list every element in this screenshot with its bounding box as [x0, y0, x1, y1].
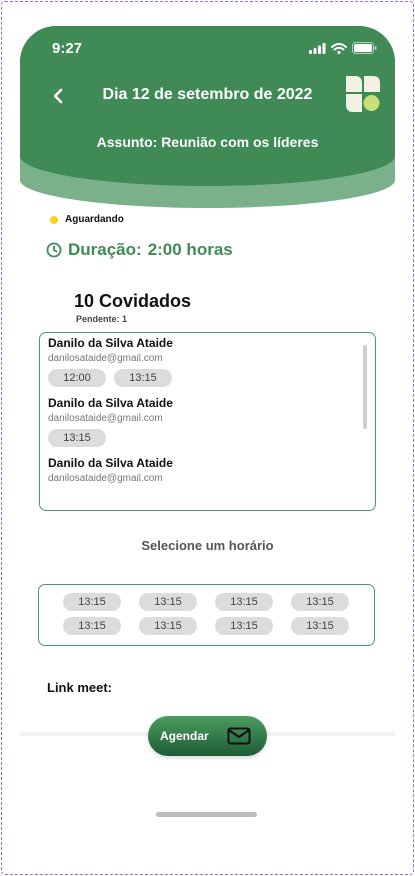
pending-count: Pendente: 1	[76, 314, 128, 324]
app-logo-icon	[346, 76, 380, 112]
duration-value: 2:00 horas	[147, 240, 233, 259]
time-slot-grid: 13:15 13:15 13:15 13:15 13:15 13:15 13:1…	[63, 593, 349, 635]
guest-times: 12:00 13:15	[48, 369, 173, 387]
guest-list-scrollbar[interactable]	[363, 345, 367, 429]
meeting-subject: Assunto: Reunião com os líderes	[96, 134, 319, 150]
back-chevron-icon	[53, 88, 63, 104]
meet-link-label: Link meet:	[47, 680, 113, 695]
status-time: 9:27	[52, 40, 83, 57]
schedule-button-label: Agendar	[160, 729, 209, 743]
guests-title: 10 Covidados	[74, 291, 192, 311]
time-slot-option[interactable]: 13:15	[215, 593, 273, 611]
battery-icon	[352, 42, 377, 54]
guest-item[interactable]: Danilo da Silva Ataide danilosataide@gma…	[48, 396, 173, 447]
status-icons	[309, 42, 377, 54]
back-button[interactable]	[46, 84, 70, 108]
time-slot-option[interactable]: 13:15	[291, 617, 349, 635]
guest-email: danilosataide@gmail.com	[48, 353, 163, 364]
time-slot-option[interactable]: 13:15	[139, 617, 197, 635]
mail-icon	[227, 727, 251, 745]
meeting-duration: Duração: 2:00 horas	[68, 240, 233, 260]
time-slot-option[interactable]: 13:15	[139, 593, 197, 611]
time-slot-picker: 13:15 13:15 13:15 13:15 13:15 13:15 13:1…	[38, 584, 375, 646]
guest-name: Danilo da Silva Ataide	[48, 336, 173, 350]
time-slot-option[interactable]: 13:15	[215, 617, 273, 635]
wifi-icon	[331, 42, 347, 54]
guest-times: 13:15	[48, 429, 173, 447]
guest-email: danilosataide@gmail.com	[48, 473, 163, 484]
time-slot-option[interactable]: 13:15	[63, 593, 121, 611]
page-title: Dia 12 de setembro de 2022	[102, 86, 313, 103]
status-indicator	[50, 216, 58, 224]
guest-item[interactable]: Danilo da Silva Ataide danilosataide@gma…	[48, 456, 173, 484]
status-label: Aguardando	[65, 214, 124, 225]
guest-list[interactable]: Danilo da Silva Ataide danilosataide@gma…	[39, 332, 376, 511]
guest-time-chip: 13:15	[48, 429, 106, 447]
clock-icon	[46, 242, 62, 258]
guest-name: Danilo da Silva Ataide	[48, 396, 173, 410]
time-slot-option[interactable]: 13:15	[291, 593, 349, 611]
guest-item[interactable]: Danilo da Silva Ataide danilosataide@gma…	[48, 336, 173, 387]
select-time-label: Selecione um horário	[141, 538, 274, 553]
guest-name: Danilo da Silva Ataide	[48, 456, 173, 470]
time-slot-option[interactable]: 13:15	[63, 617, 121, 635]
phone-screen: 9:27 Dia 12 de setembro de 2022 Assunto:	[20, 26, 395, 850]
duration-label: Duração:	[68, 240, 142, 259]
guest-time-chip: 12:00	[48, 369, 106, 387]
home-indicator	[156, 812, 257, 817]
schedule-button[interactable]: Agendar	[148, 716, 267, 756]
guest-email: danilosataide@gmail.com	[48, 413, 163, 424]
guest-time-chip: 13:15	[114, 369, 172, 387]
signal-icon	[309, 42, 326, 54]
